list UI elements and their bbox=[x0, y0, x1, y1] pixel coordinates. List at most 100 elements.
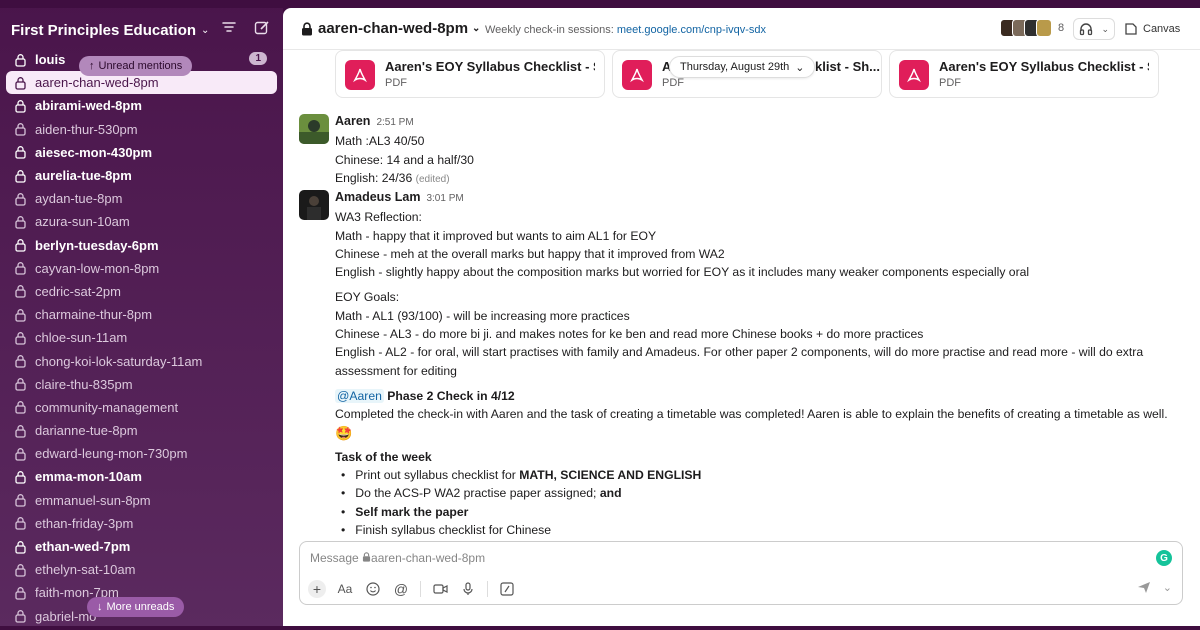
huddle-button[interactable]: ⌄ bbox=[1073, 18, 1115, 40]
sidebar-channel-item[interactable]: chong-koi-lok-saturday-11am bbox=[0, 349, 283, 372]
channel-title[interactable]: aaren-chan-wed-8pm ⌄ bbox=[301, 20, 480, 37]
slash-command-icon[interactable] bbox=[498, 580, 516, 598]
sidebar-channel-item[interactable]: cedric-sat-2pm bbox=[0, 280, 283, 303]
message-placeholder-word: Message bbox=[310, 551, 359, 565]
unread-mentions-pill[interactable]: ↑ Unread mentions bbox=[79, 56, 193, 76]
sidebar-channel-item[interactable]: cayvan-low-mon-8pm bbox=[0, 257, 283, 280]
sidebar-channel-label: emma-mon-10am bbox=[35, 469, 142, 485]
grammarly-icon[interactable]: G bbox=[1156, 550, 1172, 566]
member-avatar bbox=[1036, 19, 1052, 37]
send-icon[interactable] bbox=[1137, 580, 1151, 594]
sidebar-channel-label: aurelia-tue-8pm bbox=[35, 168, 132, 184]
sidebar-channel-item[interactable]: berlyn-tuesday-6pm bbox=[0, 234, 283, 257]
video-icon[interactable] bbox=[431, 580, 449, 598]
list-item: Finish syllabus checklist for Chinese bbox=[341, 521, 1185, 539]
channel-description: Weekly check-in sessions: meet.google.co… bbox=[485, 24, 766, 36]
date-divider[interactable]: Thursday, August 29th ⌄ bbox=[669, 56, 816, 78]
sidebar-channel-item[interactable]: emmanuel-sun-8pm bbox=[0, 489, 283, 512]
workspace-header[interactable]: First Principles Education ⌄ bbox=[11, 18, 276, 42]
avatar[interactable] bbox=[299, 114, 329, 144]
chevron-down-icon[interactable]: ⌄ bbox=[201, 25, 209, 36]
compose-icon[interactable] bbox=[254, 20, 270, 36]
sidebar-channel-label: abirami-wed-8pm bbox=[35, 98, 142, 114]
message-line: English: 24/36 bbox=[335, 170, 413, 185]
filter-icon[interactable] bbox=[222, 20, 236, 34]
sidebar-channel-item[interactable]: aiden-thur-530pm bbox=[0, 118, 283, 141]
message-author[interactable]: Amadeus Lam bbox=[335, 190, 420, 204]
sidebar-channel-item[interactable]: chloe-sun-11am bbox=[0, 326, 283, 349]
message-time[interactable]: 3:01 PM bbox=[426, 193, 463, 204]
sidebar-channel-label: emmanuel-sun-8pm bbox=[35, 492, 151, 508]
more-unreads-pill[interactable]: ↓ More unreads bbox=[87, 597, 185, 617]
meet-link[interactable]: meet.google.com/cnp-ivqv-sdx bbox=[617, 24, 766, 36]
edited-label: (edited) bbox=[415, 173, 450, 185]
sidebar-channel-item[interactable]: aiesec-mon-430pm bbox=[0, 141, 283, 164]
user-mention[interactable]: @Aaren bbox=[335, 388, 384, 403]
sidebar-channel-label: chong-koi-lok-saturday-11am bbox=[35, 353, 203, 369]
sidebar-channel-label: edward-leung-mon-730pm bbox=[35, 446, 188, 462]
sidebar-channel-label: chloe-sun-11am bbox=[35, 330, 128, 346]
mention-icon[interactable]: @ bbox=[392, 580, 410, 598]
chevron-down-icon: ⌄ bbox=[795, 61, 805, 74]
sidebar-channel-label: aiesec-mon-430pm bbox=[35, 144, 153, 160]
formatting-icon[interactable]: Aa bbox=[336, 580, 354, 598]
attachment-card[interactable]: Aaren's EOY Syllabus Checklist - Sh... P… bbox=[335, 50, 605, 98]
message-line: Math :AL3 40/50 bbox=[335, 134, 425, 149]
sidebar-channel-item[interactable]: aydan-tue-8pm bbox=[0, 187, 283, 210]
plus-icon[interactable]: + bbox=[308, 580, 326, 598]
lock-icon bbox=[15, 517, 26, 530]
bottom-frame bbox=[0, 626, 1200, 630]
avatar[interactable] bbox=[299, 190, 329, 220]
sidebar-channel-item[interactable]: azura-sun-10am bbox=[0, 210, 283, 233]
sidebar-channel-item[interactable]: emma-mon-10am bbox=[0, 465, 283, 488]
sidebar-channel-item[interactable]: abirami-wed-8pm bbox=[0, 94, 283, 117]
star-struck-emoji: 🤩 bbox=[335, 424, 353, 441]
attachment-type: PDF bbox=[385, 77, 407, 89]
lock-icon bbox=[15, 355, 26, 368]
canvas-label: Canvas bbox=[1143, 23, 1181, 35]
chevron-down-icon[interactable]: ⌄ bbox=[1101, 24, 1109, 35]
sidebar-channel-label: cayvan-low-mon-8pm bbox=[35, 260, 160, 276]
sidebar-channel-item[interactable]: ethan-friday-3pm bbox=[0, 512, 283, 535]
sidebar-channel-item[interactable]: edward-leung-mon-730pm bbox=[0, 442, 283, 465]
lock-icon bbox=[15, 447, 26, 461]
sidebar-channel-label: aydan-tue-8pm bbox=[35, 191, 123, 207]
list-item: Self mark the paper bbox=[341, 503, 1185, 521]
message-author[interactable]: Aaren bbox=[335, 114, 370, 128]
message-time[interactable]: 2:51 PM bbox=[376, 117, 413, 128]
sidebar: First Principles Education ⌄ louis 1 aaren… bbox=[0, 0, 283, 630]
message-line: Completed the check-in with Aaren and th… bbox=[335, 407, 1168, 422]
emoji-icon[interactable] bbox=[364, 580, 382, 598]
list-item: Do the ACS-P WA2 practise paper assigned… bbox=[341, 484, 1185, 502]
sidebar-channel-item[interactable]: claire-thu-835pm bbox=[0, 373, 283, 396]
microphone-icon[interactable] bbox=[459, 580, 477, 598]
canvas-icon bbox=[1125, 23, 1137, 35]
message-composer[interactable]: Message aaren-chan-wed-8pm G + Aa @ ⌄ bbox=[299, 541, 1183, 605]
attachment-card[interactable]: Aaren's EOY Syllabus Checklist - Sh... P… bbox=[889, 50, 1159, 98]
sidebar-channel-label: charmaine-thur-8pm bbox=[35, 307, 153, 323]
sidebar-channel-item[interactable]: ethelyn-sat-10am bbox=[0, 558, 283, 581]
sidebar-channel-label: ethan-wed-7pm bbox=[35, 539, 131, 555]
task-heading: Task of the week bbox=[335, 449, 432, 464]
workspace-name[interactable]: First Principles Education bbox=[11, 22, 196, 39]
list-item: Print out syllabus checklist for MATH, S… bbox=[341, 466, 1185, 484]
sidebar-channel-item[interactable]: community-management bbox=[0, 396, 283, 419]
sidebar-channel-label: aaren-chan-wed-8pm bbox=[35, 75, 159, 91]
sidebar-channel-label: darianne-tue-8pm bbox=[35, 423, 138, 439]
lock-icon bbox=[15, 123, 26, 136]
sidebar-channel-item[interactable]: ethan-wed-7pm bbox=[0, 535, 283, 558]
lock-icon bbox=[362, 552, 371, 562]
sidebar-channel-item[interactable]: aurelia-tue-8pm bbox=[0, 164, 283, 187]
lock-icon bbox=[15, 53, 26, 67]
canvas-button[interactable]: Canvas bbox=[1124, 18, 1180, 40]
chevron-down-icon[interactable]: ⌄ bbox=[1163, 581, 1172, 594]
lock-icon bbox=[15, 285, 26, 299]
sidebar-channel-item[interactable]: darianne-tue-8pm bbox=[0, 419, 283, 442]
member-avatars[interactable]: 8 bbox=[1000, 19, 1064, 37]
lock-icon bbox=[15, 192, 26, 206]
composer-toolbar: + Aa @ bbox=[308, 580, 516, 598]
member-count: 8 bbox=[1058, 22, 1065, 34]
message-line: Chinese - AL3 - do more bi ji. and makes… bbox=[335, 327, 924, 342]
message-input[interactable]: Message aaren-chan-wed-8pm bbox=[310, 551, 485, 565]
sidebar-channel-item[interactable]: charmaine-thur-8pm bbox=[0, 303, 283, 326]
